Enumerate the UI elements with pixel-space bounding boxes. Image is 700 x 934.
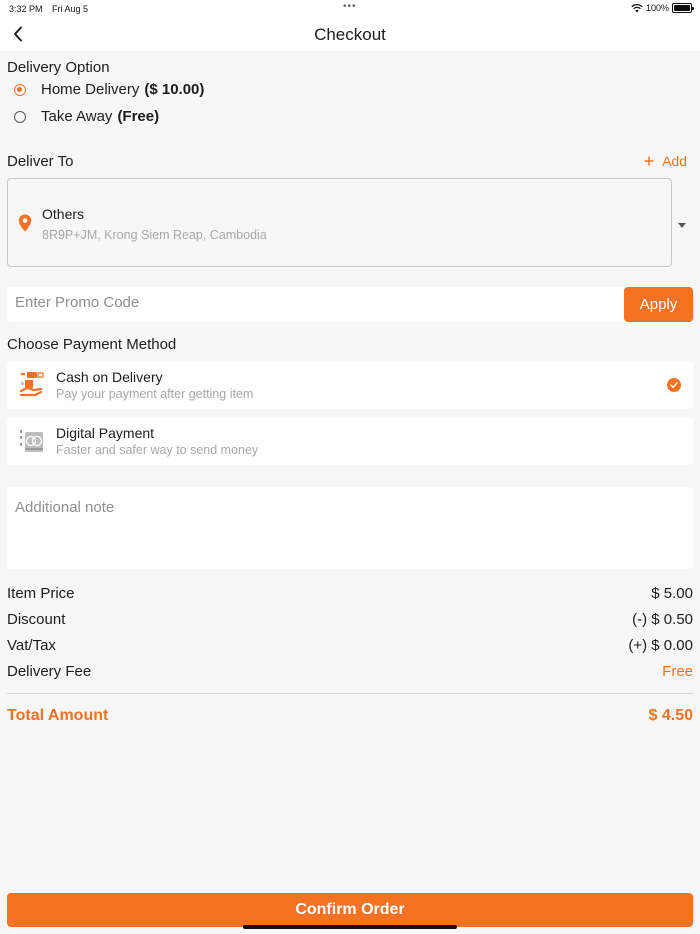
- battery-percent: 100%: [645, 3, 669, 13]
- summary-item-price: Item Price $ 5.00: [7, 585, 693, 602]
- status-date: Fri Aug 5: [52, 4, 89, 14]
- delivery-option-label: Take Away: [41, 108, 113, 125]
- payment-option-title: Digital Payment: [56, 425, 155, 441]
- summary-value: (-) $ 0.50: [632, 611, 693, 628]
- page-title: Checkout: [314, 25, 386, 44]
- payment-option-subtitle: Faster and safer way to send money: [56, 443, 259, 457]
- payment-method-title: Choose Payment Method: [7, 336, 177, 353]
- location-pin-icon: [18, 214, 32, 232]
- delivery-option-price: ($ 10.00): [144, 81, 205, 98]
- dropdown-caret-icon[interactable]: [678, 223, 686, 228]
- payment-option-cash[interactable]: Cash on Delivery Pay your payment after …: [7, 361, 693, 409]
- delivery-option-takeaway[interactable]: Take Away (Free): [14, 108, 159, 125]
- wifi-icon: [631, 3, 643, 13]
- total-value: $ 4.50: [648, 707, 693, 724]
- check-circle-icon: [667, 378, 681, 392]
- multitasking-dots-icon[interactable]: •••: [343, 1, 357, 12]
- summary-value: $ 5.00: [651, 585, 693, 602]
- promo-code-field[interactable]: Enter Promo Code Apply: [7, 287, 693, 322]
- summary-divider: [7, 693, 693, 694]
- summary-discount: Discount (-) $ 0.50: [7, 611, 693, 628]
- summary-value: (+) $ 0.00: [628, 637, 693, 654]
- status-indicators: 100%: [631, 3, 694, 13]
- summary-label: Delivery Fee: [7, 663, 92, 680]
- summary-label: Vat/Tax: [7, 637, 56, 654]
- digital-payment-icon: [20, 430, 43, 452]
- summary-delivery-fee: Delivery Fee Free: [7, 663, 693, 680]
- summary-label: Discount: [7, 611, 66, 628]
- add-address-button[interactable]: Add: [644, 153, 687, 169]
- add-address-label: Add: [662, 153, 687, 169]
- radio-selected-icon[interactable]: [14, 83, 26, 96]
- summary-vat: Vat/Tax (+) $ 0.00: [7, 637, 693, 654]
- radio-unselected-icon[interactable]: [14, 110, 26, 123]
- status-time: 3:32 PM: [9, 4, 43, 14]
- status-bar: 3:32 PM Fri Aug 5 ••• 100%: [0, 0, 700, 18]
- app-bar: Checkout: [0, 18, 700, 51]
- payment-option-subtitle: Pay your payment after getting item: [56, 387, 254, 401]
- address-line: 8R9P+JM, Krong Siem Reap, Cambodia: [42, 228, 267, 242]
- cash-on-delivery-icon: [19, 372, 44, 397]
- plus-icon: [644, 156, 654, 166]
- payment-option-title: Cash on Delivery: [56, 369, 163, 385]
- home-indicator[interactable]: [243, 925, 457, 929]
- summary-total: Total Amount $ 4.50: [7, 707, 693, 725]
- delivery-option-price: (Free): [117, 108, 160, 125]
- deliver-to-title: Deliver To: [7, 153, 74, 170]
- address-name: Others: [42, 206, 85, 222]
- battery-icon: [672, 3, 694, 13]
- promo-code-input[interactable]: Enter Promo Code: [15, 294, 139, 311]
- summary-value: Free: [662, 663, 693, 680]
- summary-label: Item Price: [7, 585, 75, 602]
- additional-note-input[interactable]: Additional note: [15, 499, 114, 516]
- confirm-order-button[interactable]: Confirm Order: [7, 893, 693, 927]
- delivery-option-title: Delivery Option: [7, 59, 110, 76]
- additional-note-field[interactable]: Additional note: [7, 487, 693, 569]
- address-selector[interactable]: Others 8R9P+JM, Krong Siem Reap, Cambodi…: [7, 178, 672, 267]
- total-label: Total Amount: [7, 707, 109, 724]
- delivery-option-label: Home Delivery: [41, 81, 140, 98]
- delivery-option-home[interactable]: Home Delivery ($ 10.00): [14, 81, 204, 98]
- payment-option-digital[interactable]: Digital Payment Faster and safer way to …: [7, 417, 693, 465]
- apply-promo-button[interactable]: Apply: [624, 287, 693, 322]
